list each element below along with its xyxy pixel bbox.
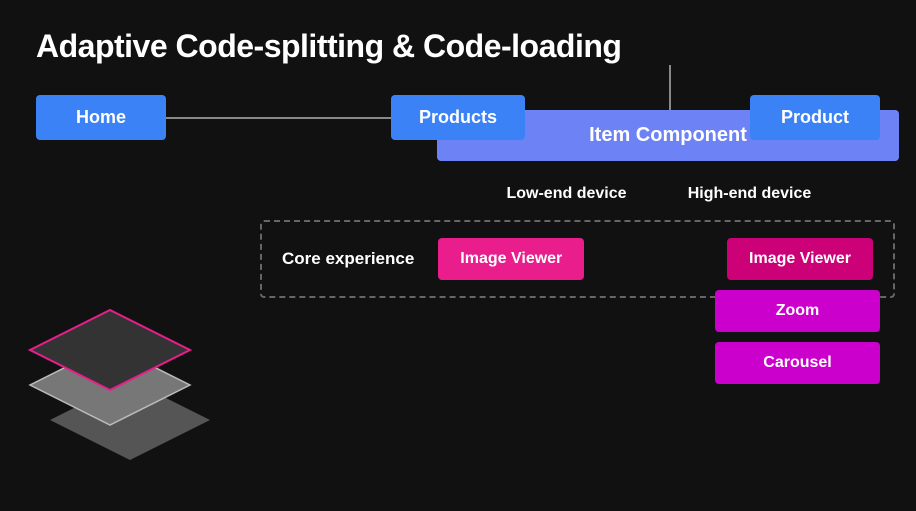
carousel-box: Carousel	[715, 342, 880, 384]
image-viewer-high: Image Viewer	[727, 238, 873, 280]
high-end-label: High-end device	[672, 185, 827, 203]
logo-area	[20, 300, 220, 470]
connector-home-products	[166, 117, 391, 119]
home-box: Home	[36, 95, 166, 140]
high-end-extras: Zoom Carousel	[715, 290, 880, 384]
logo-diamond	[20, 300, 240, 480]
image-viewer-low: Image Viewer	[438, 238, 584, 280]
route-row: Home Products Product	[36, 95, 880, 140]
page: Adaptive Code-splitting & Code-loading H…	[0, 0, 916, 511]
core-experience-area: Core experience Image Viewer Image Viewe…	[260, 220, 895, 298]
products-box: Products	[391, 95, 525, 140]
core-experience-label: Core experience	[282, 249, 414, 269]
low-end-label: Low-end device	[489, 185, 644, 203]
device-labels: Low-end device High-end device	[437, 185, 899, 203]
product-box: Product	[750, 95, 880, 140]
zoom-box: Zoom	[715, 290, 880, 332]
page-title: Adaptive Code-splitting & Code-loading	[36, 28, 880, 65]
